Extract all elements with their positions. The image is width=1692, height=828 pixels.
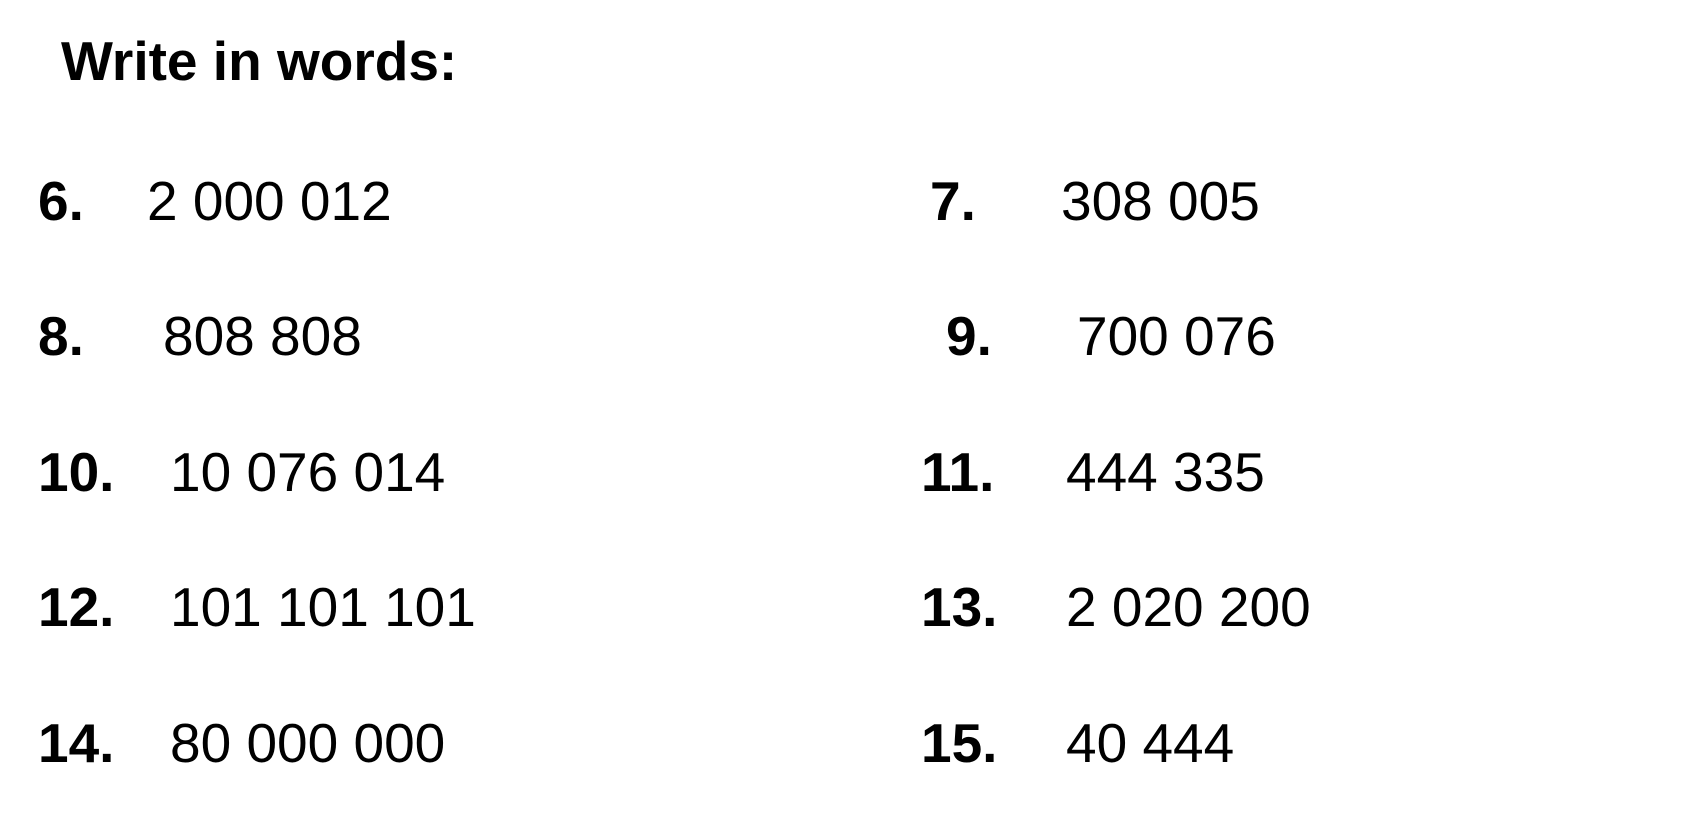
exercise-value: 101 101 101 [170,576,476,638]
exercise-number: 14. [38,712,115,774]
exercise-value: 2 020 200 [1066,576,1311,638]
exercise-number: 8. [38,305,84,367]
exercise-value: 80 000 000 [170,712,446,774]
exercise-value: 40 444 [1066,712,1235,774]
exercise-number: 9. [946,305,992,367]
exercise-value: 444 335 [1066,441,1265,503]
exercise-number: 15. [921,712,998,774]
exercise-number: 11. [921,441,995,503]
exercise-number: 6. [38,170,84,232]
page-title: Write in words: [61,30,458,92]
exercise-value: 308 005 [1061,170,1260,232]
exercise-value: 10 076 014 [170,441,446,503]
exercise-value: 808 808 [163,305,362,367]
exercise-value: 2 000 012 [147,170,392,232]
exercise-number: 13. [921,576,998,638]
exercise-value: 700 076 [1077,305,1276,367]
exercise-number: 10. [38,441,115,503]
exercise-number: 7. [930,170,976,232]
exercise-number: 12. [38,576,115,638]
